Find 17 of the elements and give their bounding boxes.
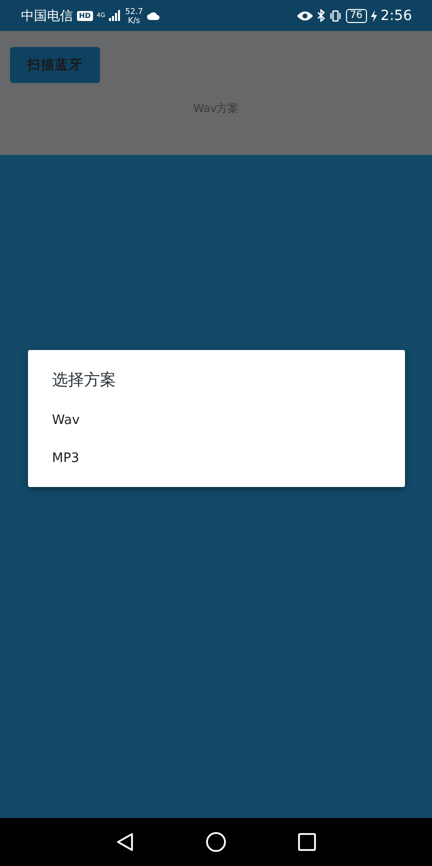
speed-unit: K/s [128,16,140,24]
dialog-title: 选择方案 [52,370,117,391]
signal-icon [109,10,122,21]
option-item[interactable]: Wav [52,403,381,441]
battery-level: 76 [346,8,367,22]
eye-icon [296,10,313,20]
back-icon[interactable] [116,832,134,852]
charging-icon [370,10,377,22]
cloud-icon [146,12,160,20]
option-item[interactable]: MP3 [52,441,381,479]
vibrate-icon [328,10,342,22]
home-icon[interactable] [206,832,226,852]
clock: 2:56 [380,8,412,24]
recents-icon[interactable] [298,833,316,851]
carrier-name: 中国电信 [21,8,73,24]
network-speed: 52.7 [125,6,143,16]
bluetooth-icon [316,9,325,22]
